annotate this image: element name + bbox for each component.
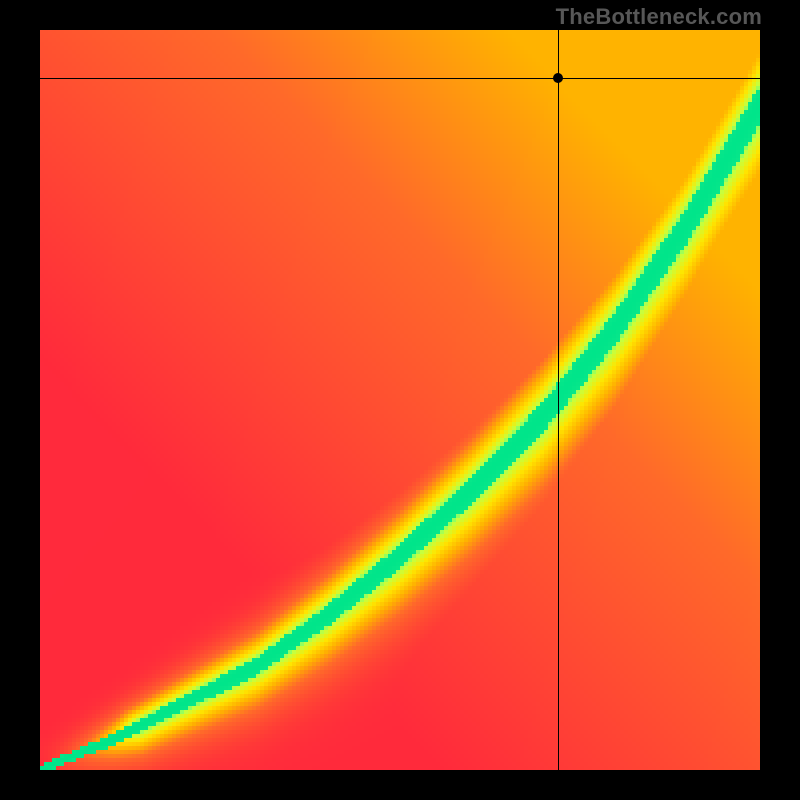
- crosshair-vertical: [558, 30, 559, 770]
- chart-frame: TheBottleneck.com: [0, 0, 800, 800]
- watermark-label: TheBottleneck.com: [556, 4, 762, 30]
- crosshair-horizontal: [40, 78, 760, 79]
- heatmap-canvas: [40, 30, 760, 770]
- marker-dot: [553, 73, 563, 83]
- heatmap-plot: [40, 30, 760, 770]
